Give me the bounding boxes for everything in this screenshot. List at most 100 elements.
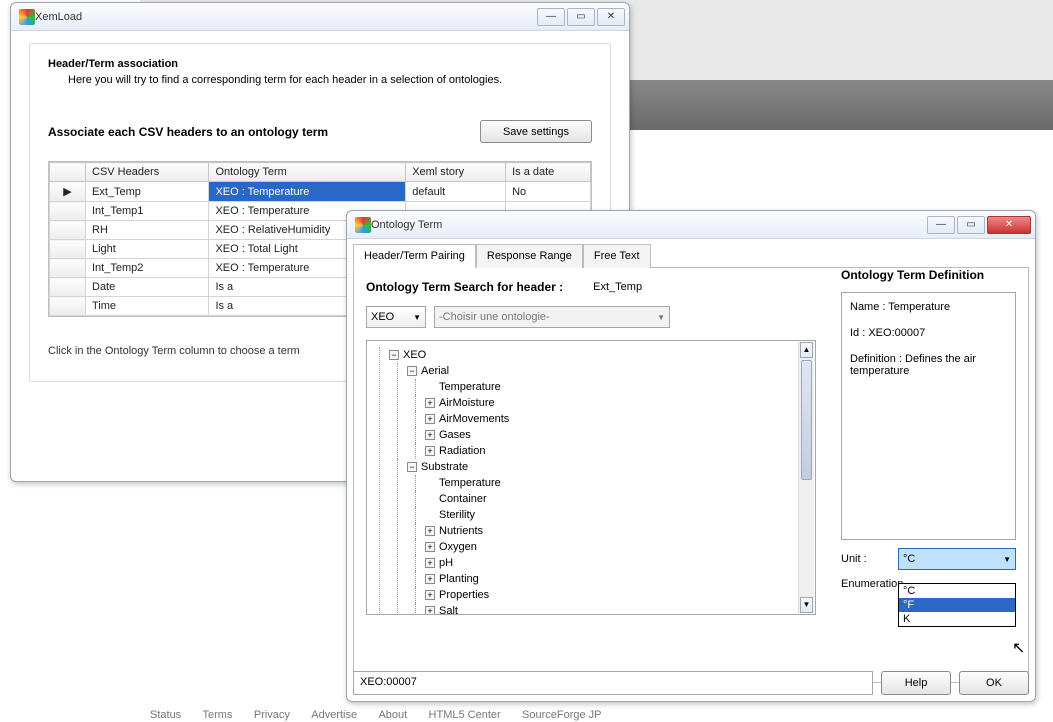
tree-node[interactable]: −SubstrateTemperatureContainerSterility+… (389, 459, 811, 615)
close-button[interactable]: ✕ (597, 8, 625, 26)
tree-scrollbar[interactable]: ▲ ▼ (798, 342, 814, 613)
table-row[interactable]: ▶Ext_TempXEO : TemperaturedefaultNo (50, 182, 591, 202)
titlebar[interactable]: Ontology Term — ▭ ✕ (347, 211, 1035, 239)
collapse-icon[interactable]: − (407, 366, 417, 376)
scroll-up-button[interactable]: ▲ (800, 342, 813, 358)
unit-option[interactable]: °C (899, 584, 1015, 598)
titlebar[interactable]: XemLoad — ▭ ✕ (11, 3, 629, 31)
row-indicator (50, 221, 86, 240)
row-indicator: ▶ (50, 182, 86, 202)
expand-icon[interactable]: + (425, 430, 435, 440)
tree-node[interactable]: +Radiation (407, 443, 811, 459)
footer-link[interactable]: Terms (203, 709, 233, 721)
tree-node[interactable]: +AirMoisture (407, 395, 811, 411)
footer-link[interactable]: HTML5 Center (429, 709, 501, 721)
tree-label: XEO (403, 349, 426, 361)
row-indicator (50, 202, 86, 221)
tree-node[interactable]: −XEO−AerialTemperature+AirMoisture+AirMo… (371, 347, 811, 615)
cell[interactable]: Light (86, 240, 209, 259)
expand-icon[interactable]: + (425, 574, 435, 584)
tree-node[interactable]: Container (407, 491, 811, 507)
ontology-select-combo[interactable]: -Choisir une ontologie-▼ (434, 306, 670, 328)
unit-option[interactable]: K (899, 612, 1015, 626)
footer-link[interactable]: Privacy (254, 709, 290, 721)
unit-dropdown-list[interactable]: °C °F K (898, 583, 1016, 627)
tab-free-text[interactable]: Free Text (583, 244, 651, 268)
tree-node[interactable]: + Gases (407, 427, 811, 443)
collapse-icon[interactable]: − (407, 462, 417, 472)
tab-strip: Header/Term Pairing Response Range Free … (353, 243, 1029, 268)
minimize-button[interactable]: — (927, 216, 955, 234)
maximize-button[interactable]: ▭ (957, 216, 985, 234)
scroll-thumb[interactable] (801, 360, 812, 480)
expand-icon[interactable]: + (425, 606, 435, 615)
help-button[interactable]: Help (881, 671, 951, 695)
expand-icon[interactable]: + (425, 526, 435, 536)
col-is-a-date[interactable]: Is a date (506, 163, 591, 182)
unit-option[interactable]: °F (899, 598, 1015, 612)
tree-label: Planting (439, 573, 479, 585)
col-ontology-term[interactable]: Ontology Term (209, 163, 406, 182)
expand-icon[interactable]: + (425, 542, 435, 552)
expand-icon[interactable]: + (425, 558, 435, 568)
col-xeml-story[interactable]: Xeml story (406, 163, 506, 182)
expand-icon[interactable]: + (425, 414, 435, 424)
cell[interactable]: Time (86, 297, 209, 316)
ontology-tree[interactable]: −XEO−AerialTemperature+AirMoisture+AirMo… (366, 340, 816, 615)
expand-icon[interactable]: + (425, 446, 435, 456)
cell[interactable]: default (406, 182, 506, 202)
tree-node[interactable]: Temperature (407, 379, 811, 395)
footer-links: Status Terms Privacy Advertise About HTM… (150, 707, 620, 721)
minimize-button[interactable]: — (537, 8, 565, 26)
associate-label: Associate each CSV headers to an ontolog… (48, 125, 480, 139)
section-title: Header/Term association (48, 58, 592, 70)
tree-label: Container (439, 493, 487, 505)
cell[interactable]: Ext_Temp (86, 182, 209, 202)
col-csv-headers[interactable]: CSV Headers (86, 163, 209, 182)
scroll-down-button[interactable]: ▼ (800, 597, 813, 613)
expand-icon[interactable]: + (425, 590, 435, 600)
unit-combo[interactable]: °C▼ (898, 548, 1016, 570)
tree-node[interactable]: −AerialTemperature+AirMoisture+AirMoveme… (389, 363, 811, 459)
unit-label: Unit : (841, 553, 898, 565)
tab-response-range[interactable]: Response Range (476, 244, 583, 268)
window-title: XemLoad (35, 11, 535, 23)
cell[interactable]: Int_Temp1 (86, 202, 209, 221)
tree-node[interactable]: + pH (407, 555, 811, 571)
tree-node[interactable]: + Planting (407, 571, 811, 587)
tree-node[interactable]: Sterility (407, 507, 811, 523)
def-name: Name : Temperature (850, 301, 1007, 313)
tree-node[interactable]: +Nutrients (407, 523, 811, 539)
row-indicator (50, 240, 86, 259)
footer-link[interactable]: Advertise (311, 709, 357, 721)
expand-icon[interactable]: + (425, 398, 435, 408)
ok-button[interactable]: OK (959, 671, 1029, 695)
tab-header-term-pairing[interactable]: Header/Term Pairing (353, 244, 476, 268)
header-name: Ext_Temp (593, 281, 642, 293)
cell[interactable]: XEO : Temperature (209, 182, 406, 202)
section-description: Here you will try to find a correspondin… (68, 74, 592, 86)
tree-node[interactable]: Temperature (407, 475, 811, 491)
close-button[interactable]: ✕ (987, 216, 1031, 234)
tree-node[interactable]: +Properties (407, 587, 811, 603)
maximize-button[interactable]: ▭ (567, 8, 595, 26)
footer-link[interactable]: SourceForge JP (522, 709, 601, 721)
chevron-down-icon: ▼ (1003, 555, 1011, 564)
cell[interactable]: No (506, 182, 591, 202)
window-title: Ontology Term (371, 219, 925, 231)
cell[interactable]: Date (86, 278, 209, 297)
term-path-field[interactable]: XEO:00007 (353, 671, 873, 695)
tree-node[interactable]: +AirMovements (407, 411, 811, 427)
footer-link[interactable]: About (378, 709, 407, 721)
save-settings-button[interactable]: Save settings (480, 120, 592, 143)
footer-link[interactable]: Status (150, 709, 181, 721)
collapse-icon[interactable]: − (389, 350, 399, 360)
tree-label: pH (439, 557, 453, 569)
cell[interactable]: Int_Temp2 (86, 259, 209, 278)
cell[interactable]: RH (86, 221, 209, 240)
tree-label: Gases (439, 429, 471, 441)
ontology-source-combo[interactable]: XEO▼ (366, 306, 426, 328)
tree-node[interactable]: +Salt (407, 603, 811, 615)
tree-node[interactable]: +Oxygen (407, 539, 811, 555)
definition-title: Ontology Term Definition (841, 268, 1016, 282)
